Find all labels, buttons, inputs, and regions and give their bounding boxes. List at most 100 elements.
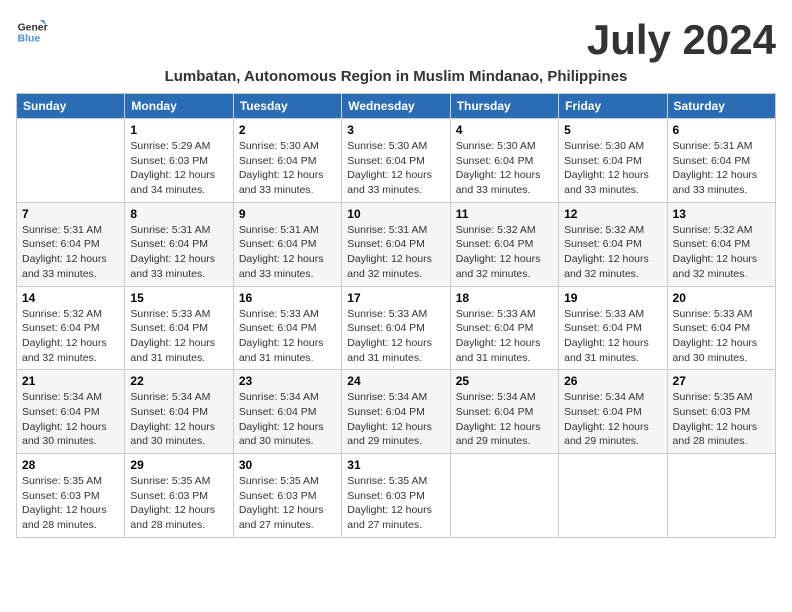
- day-number: 3: [347, 123, 444, 137]
- calendar-cell: 18 Sunrise: 5:33 AMSunset: 6:04 PMDayligh…: [450, 286, 558, 370]
- calendar-cell: 6 Sunrise: 5:31 AMSunset: 6:04 PMDaylight…: [667, 119, 775, 203]
- header-tuesday: Tuesday: [233, 94, 341, 119]
- svg-text:General: General: [18, 22, 48, 33]
- day-number: 14: [22, 291, 119, 305]
- calendar-cell: 29 Sunrise: 5:35 AMSunset: 6:03 PMDayligh…: [125, 454, 233, 538]
- calendar-cell: 4Sunrise: 5:30 AMSunset: 6:04 PMDaylight…: [450, 119, 558, 203]
- day-number: 19: [564, 291, 661, 305]
- day-number: 1: [130, 123, 227, 137]
- logo: General Blue: [16, 16, 48, 48]
- calendar-week-1: 1 Sunrise: 5:29 AMSunset: 6:03 PMDaylight…: [17, 119, 776, 203]
- calendar-cell: 5 Sunrise: 5:30 AMSunset: 6:04 PMDaylight…: [559, 119, 667, 203]
- calendar-cell: 22Sunrise: 5:34 AMSunset: 6:04 PMDayligh…: [125, 370, 233, 454]
- calendar-cell: 10Sunrise: 5:31 AMSunset: 6:04 PMDayligh…: [342, 202, 450, 286]
- calendar-week-2: 7 Sunrise: 5:31 AMSunset: 6:04 PMDaylight…: [17, 202, 776, 286]
- calendar-cell: 23 Sunrise: 5:34 AMSunset: 6:04 PMDayligh…: [233, 370, 341, 454]
- day-info: Sunrise: 5:31 AMSunset: 6:04 PMDaylight:…: [347, 223, 444, 282]
- day-info: Sunrise: 5:33 AMSunset: 6:04 PMDaylight:…: [347, 307, 444, 366]
- day-info: Sunrise: 5:30 AMSunset: 6:04 PMDaylight:…: [239, 139, 336, 198]
- calendar-cell: 17 Sunrise: 5:33 AMSunset: 6:04 PMDayligh…: [342, 286, 450, 370]
- day-info: Sunrise: 5:35 AMSunset: 6:03 PMDaylight:…: [673, 390, 770, 449]
- header-friday: Friday: [559, 94, 667, 119]
- day-number: 6: [673, 123, 770, 137]
- svg-text:Blue: Blue: [18, 34, 41, 45]
- day-number: 30: [239, 458, 336, 472]
- day-number: 12: [564, 207, 661, 221]
- calendar-cell: 31 Sunrise: 5:35 AMSunset: 6:03 PMDayligh…: [342, 454, 450, 538]
- calendar-cell: [667, 454, 775, 538]
- day-info: Sunrise: 5:30 AMSunset: 6:04 PMDaylight:…: [564, 139, 661, 198]
- day-number: 17: [347, 291, 444, 305]
- calendar-cell: [17, 119, 125, 203]
- day-info: Sunrise: 5:33 AMSunset: 6:04 PMDaylight:…: [130, 307, 227, 366]
- calendar-cell: 25Sunrise: 5:34 AMSunset: 6:04 PMDayligh…: [450, 370, 558, 454]
- logo-icon: General Blue: [16, 16, 48, 48]
- page-header: General Blue July 2024: [16, 16, 776, 64]
- day-info: Sunrise: 5:30 AMSunset: 6:04 PMDaylight:…: [456, 139, 553, 198]
- day-number: 9: [239, 207, 336, 221]
- calendar-cell: 2 Sunrise: 5:30 AMSunset: 6:04 PMDaylight…: [233, 119, 341, 203]
- calendar-week-3: 14 Sunrise: 5:32 AMSunset: 6:04 PMDayligh…: [17, 286, 776, 370]
- calendar-cell: 21 Sunrise: 5:34 AMSunset: 6:04 PMDayligh…: [17, 370, 125, 454]
- calendar-header-row: SundayMondayTuesdayWednesdayThursdayFrid…: [17, 94, 776, 119]
- day-number: 16: [239, 291, 336, 305]
- day-info: Sunrise: 5:34 AMSunset: 6:04 PMDaylight:…: [456, 390, 553, 449]
- calendar-cell: 13 Sunrise: 5:32 AMSunset: 6:04 PMDayligh…: [667, 202, 775, 286]
- calendar-week-4: 21 Sunrise: 5:34 AMSunset: 6:04 PMDayligh…: [17, 370, 776, 454]
- day-number: 11: [456, 207, 553, 221]
- day-info: Sunrise: 5:33 AMSunset: 6:04 PMDaylight:…: [564, 307, 661, 366]
- day-number: 22: [130, 374, 227, 388]
- calendar-cell: 19 Sunrise: 5:33 AMSunset: 6:04 PMDayligh…: [559, 286, 667, 370]
- calendar-cell: 27Sunrise: 5:35 AMSunset: 6:03 PMDayligh…: [667, 370, 775, 454]
- calendar-cell: 1 Sunrise: 5:29 AMSunset: 6:03 PMDaylight…: [125, 119, 233, 203]
- day-info: Sunrise: 5:29 AMSunset: 6:03 PMDaylight:…: [130, 139, 227, 198]
- location-title: Lumbatan, Autonomous Region in Muslim Mi…: [16, 68, 776, 85]
- calendar-cell: 24 Sunrise: 5:34 AMSunset: 6:04 PMDayligh…: [342, 370, 450, 454]
- day-info: Sunrise: 5:31 AMSunset: 6:04 PMDaylight:…: [130, 223, 227, 282]
- calendar-cell: 16Sunrise: 5:33 AMSunset: 6:04 PMDayligh…: [233, 286, 341, 370]
- day-info: Sunrise: 5:35 AMSunset: 6:03 PMDaylight:…: [22, 474, 119, 533]
- day-info: Sunrise: 5:31 AMSunset: 6:04 PMDaylight:…: [22, 223, 119, 282]
- day-info: Sunrise: 5:34 AMSunset: 6:04 PMDaylight:…: [22, 390, 119, 449]
- day-info: Sunrise: 5:34 AMSunset: 6:04 PMDaylight:…: [239, 390, 336, 449]
- day-number: 2: [239, 123, 336, 137]
- day-info: Sunrise: 5:34 AMSunset: 6:04 PMDaylight:…: [347, 390, 444, 449]
- day-info: Sunrise: 5:31 AMSunset: 6:04 PMDaylight:…: [673, 139, 770, 198]
- calendar-cell: 28 Sunrise: 5:35 AMSunset: 6:03 PMDayligh…: [17, 454, 125, 538]
- calendar-table: SundayMondayTuesdayWednesdayThursdayFrid…: [16, 93, 776, 538]
- day-number: 24: [347, 374, 444, 388]
- calendar-cell: 20 Sunrise: 5:33 AMSunset: 6:04 PMDayligh…: [667, 286, 775, 370]
- day-info: Sunrise: 5:35 AMSunset: 6:03 PMDaylight:…: [130, 474, 227, 533]
- day-number: 18: [456, 291, 553, 305]
- header-sunday: Sunday: [17, 94, 125, 119]
- day-number: 8: [130, 207, 227, 221]
- day-info: Sunrise: 5:35 AMSunset: 6:03 PMDaylight:…: [347, 474, 444, 533]
- calendar-cell: [450, 454, 558, 538]
- day-info: Sunrise: 5:31 AMSunset: 6:04 PMDaylight:…: [239, 223, 336, 282]
- day-number: 29: [130, 458, 227, 472]
- day-info: Sunrise: 5:32 AMSunset: 6:04 PMDaylight:…: [673, 223, 770, 282]
- day-info: Sunrise: 5:32 AMSunset: 6:04 PMDaylight:…: [22, 307, 119, 366]
- day-number: 13: [673, 207, 770, 221]
- calendar-cell: 12Sunrise: 5:32 AMSunset: 6:04 PMDayligh…: [559, 202, 667, 286]
- calendar-cell: 14 Sunrise: 5:32 AMSunset: 6:04 PMDayligh…: [17, 286, 125, 370]
- day-number: 20: [673, 291, 770, 305]
- day-info: Sunrise: 5:30 AMSunset: 6:04 PMDaylight:…: [347, 139, 444, 198]
- day-number: 28: [22, 458, 119, 472]
- day-number: 7: [22, 207, 119, 221]
- day-info: Sunrise: 5:33 AMSunset: 6:04 PMDaylight:…: [673, 307, 770, 366]
- day-number: 23: [239, 374, 336, 388]
- calendar-week-5: 28 Sunrise: 5:35 AMSunset: 6:03 PMDayligh…: [17, 454, 776, 538]
- day-info: Sunrise: 5:35 AMSunset: 6:03 PMDaylight:…: [239, 474, 336, 533]
- day-number: 31: [347, 458, 444, 472]
- day-info: Sunrise: 5:33 AMSunset: 6:04 PMDaylight:…: [456, 307, 553, 366]
- calendar-cell: [559, 454, 667, 538]
- calendar-cell: 7 Sunrise: 5:31 AMSunset: 6:04 PMDaylight…: [17, 202, 125, 286]
- day-number: 5: [564, 123, 661, 137]
- day-number: 15: [130, 291, 227, 305]
- header-saturday: Saturday: [667, 94, 775, 119]
- day-number: 21: [22, 374, 119, 388]
- calendar-cell: 26Sunrise: 5:34 AMSunset: 6:04 PMDayligh…: [559, 370, 667, 454]
- calendar-cell: 11Sunrise: 5:32 AMSunset: 6:04 PMDayligh…: [450, 202, 558, 286]
- month-year-title: July 2024: [587, 16, 776, 64]
